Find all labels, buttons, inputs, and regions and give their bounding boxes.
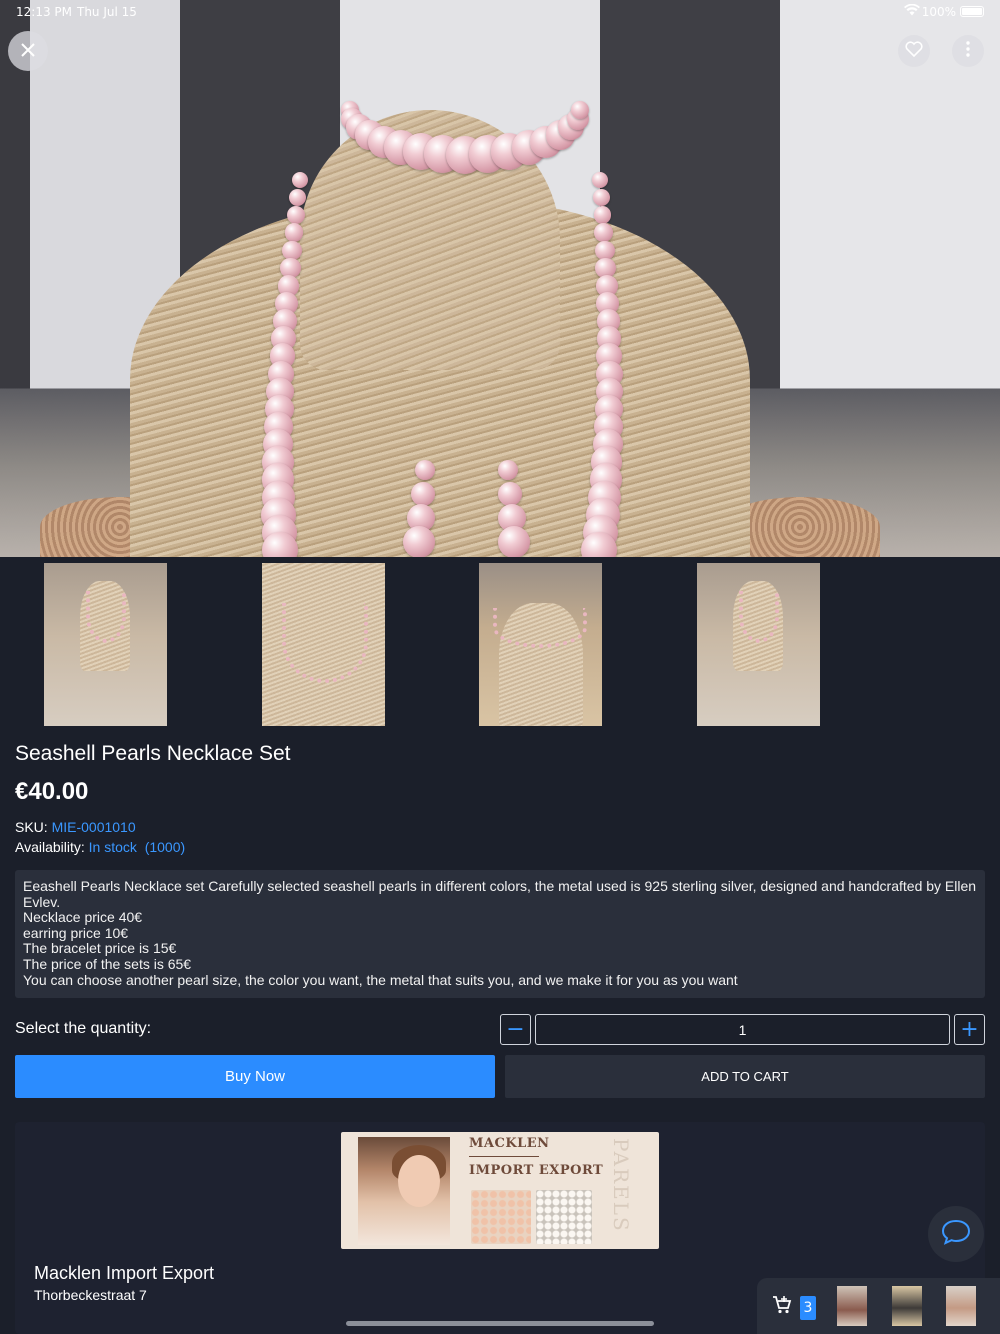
thumbnail-4[interactable]: [697, 563, 820, 726]
thumbnail-strip: [0, 563, 1000, 726]
thumbnail-2[interactable]: [262, 563, 385, 726]
quantity-decrease-button[interactable]: −: [500, 1014, 531, 1045]
pearl: [415, 460, 435, 480]
close-button[interactable]: [8, 31, 48, 71]
more-options-button[interactable]: [952, 35, 984, 67]
pearl: [498, 526, 530, 557]
pearl: [403, 526, 435, 557]
pearl: [411, 482, 435, 506]
banner-divider: [469, 1156, 539, 1157]
buy-now-button[interactable]: Buy Now: [15, 1055, 495, 1098]
chat-button[interactable]: [928, 1206, 984, 1262]
pearl: [498, 482, 522, 506]
quantity-label: Select the quantity:: [15, 1020, 152, 1037]
product-main-image[interactable]: [0, 0, 1000, 557]
availability-value: In stock (1000): [88, 839, 186, 855]
pearl: [580, 532, 617, 557]
sku-row: SKU: MIE-0001010: [15, 819, 136, 835]
thumbnail-1[interactable]: [44, 563, 167, 726]
cart-tray[interactable]: 3: [757, 1278, 1000, 1334]
thumbnail-3[interactable]: [479, 563, 602, 726]
banner-white-pearls: [536, 1190, 592, 1244]
minus-icon: −: [506, 1017, 525, 1042]
add-to-cart-button[interactable]: ADD TO CART: [505, 1055, 985, 1098]
cart-count-badge: 3: [800, 1296, 816, 1320]
shop-name: Macklen Import Export: [34, 1263, 215, 1283]
favorite-button[interactable]: [898, 35, 930, 67]
banner-vertical-text: PARELS: [609, 1138, 633, 1233]
pearl: [592, 172, 608, 188]
plus-icon: +: [960, 1017, 979, 1042]
cart-add-icon: [772, 1295, 792, 1320]
shop-address: Thorbeckestraat 7: [34, 1287, 147, 1303]
jewelry-bust: [130, 110, 750, 557]
quantity-increase-button[interactable]: +: [954, 1014, 985, 1045]
battery-percent: 100%: [921, 5, 956, 19]
banner-brand-line2: IMPORT EXPORT: [469, 1163, 604, 1178]
description-line: The price of the sets is 65€: [23, 955, 192, 972]
description-line: Necklace price 40€: [23, 909, 143, 926]
pearl: [286, 206, 305, 225]
close-icon: [20, 39, 36, 64]
home-indicator: [346, 1321, 654, 1326]
chat-bubble-icon: [941, 1219, 971, 1249]
cart-item-thumbnail[interactable]: [946, 1286, 976, 1326]
heart-icon: [905, 41, 923, 61]
pearl: [571, 101, 589, 119]
availability-label: Availability:: [15, 839, 85, 855]
pearl: [498, 460, 518, 480]
sku-label: SKU:: [15, 819, 48, 835]
cart-item-thumbnail[interactable]: [892, 1286, 922, 1326]
availability-row: Availability: In stock (1000): [15, 839, 185, 855]
pearl: [292, 172, 308, 188]
banner-brand-line1: MACKLEN: [469, 1136, 550, 1151]
shop-banner[interactable]: MACKLEN IMPORT EXPORT PARELS: [341, 1132, 659, 1249]
description-line: earring price 10€: [23, 924, 129, 941]
sku-value: MIE-0001010: [51, 819, 136, 835]
quantity-input[interactable]: [535, 1014, 950, 1045]
status-date: Thu Jul 15: [77, 5, 137, 19]
cart-item-thumbnail[interactable]: [837, 1286, 867, 1326]
product-price: €40.00: [15, 778, 89, 805]
description-line: You can choose another pearl size, the c…: [23, 971, 738, 988]
description-line: The bracelet price is 15€: [23, 940, 177, 957]
banner-photo: [358, 1137, 450, 1245]
banner-pink-pearls: [471, 1190, 531, 1244]
product-title: Seashell Pearls Necklace Set: [15, 742, 291, 765]
status-time: 12:13 PM: [16, 5, 72, 19]
description-line: Eeashell Pearls Necklace set Carefully s…: [23, 878, 977, 910]
pearl: [592, 189, 610, 207]
more-vertical-icon: [966, 41, 970, 61]
battery-icon: [960, 6, 984, 17]
wifi-icon: [904, 3, 920, 20]
product-description: Eeashell Pearls Necklace set Carefully s…: [15, 870, 985, 998]
status-bar: 12:13 PM Thu Jul 15 100%: [0, 0, 1000, 24]
